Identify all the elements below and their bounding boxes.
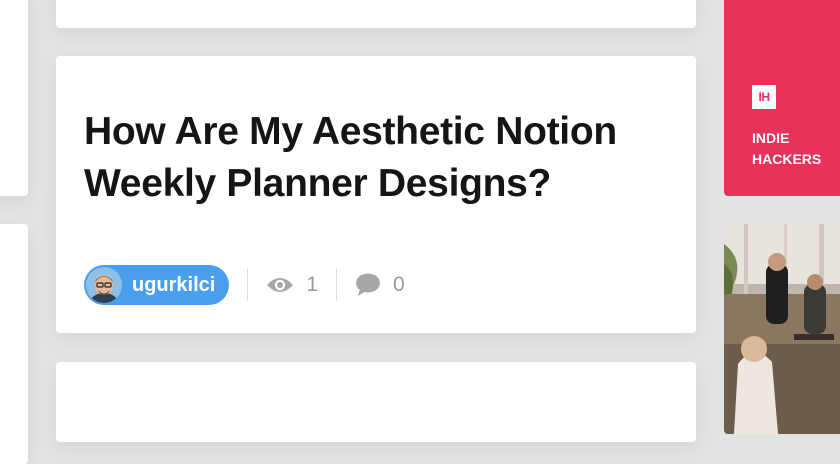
divider <box>336 269 338 301</box>
ih-name-line-2: HACKERS <box>752 151 822 167</box>
indie-hackers-logo: IH <box>752 85 776 109</box>
post-card[interactable]: How Are My Aesthetic Notion Weekly Plann… <box>56 56 696 333</box>
cafe-photo-image <box>724 224 840 434</box>
author-name: ugurkilci <box>132 273 216 296</box>
comments-count: 0 <box>393 273 405 296</box>
post-title[interactable]: How Are My Aesthetic Notion Weekly Plann… <box>84 106 684 210</box>
author-pill[interactable]: ugurkilci <box>84 265 230 305</box>
views-stat: 1 <box>266 273 318 297</box>
speech-bubble-icon <box>356 273 381 296</box>
next-post-card[interactable] <box>56 362 696 442</box>
divider <box>247 269 249 301</box>
previous-post-card[interactable] <box>56 0 696 28</box>
post-meta: ugurkilci 1 0 <box>84 264 405 306</box>
neighbor-post-card-left-bottom[interactable] <box>0 224 28 464</box>
comments-stat[interactable]: 0 <box>355 273 405 297</box>
indie-hackers-name: INDIE HACKERS <box>752 128 840 170</box>
eye-icon <box>267 278 294 292</box>
indie-hackers-banner[interactable]: IH INDIE HACKERS <box>724 0 840 196</box>
views-count: 1 <box>306 273 319 296</box>
avatar <box>86 267 122 303</box>
cafe-photo[interactable] <box>724 224 840 434</box>
ih-name-line-1: INDIE <box>752 130 790 146</box>
neighbor-post-card-left-top[interactable] <box>0 0 28 196</box>
